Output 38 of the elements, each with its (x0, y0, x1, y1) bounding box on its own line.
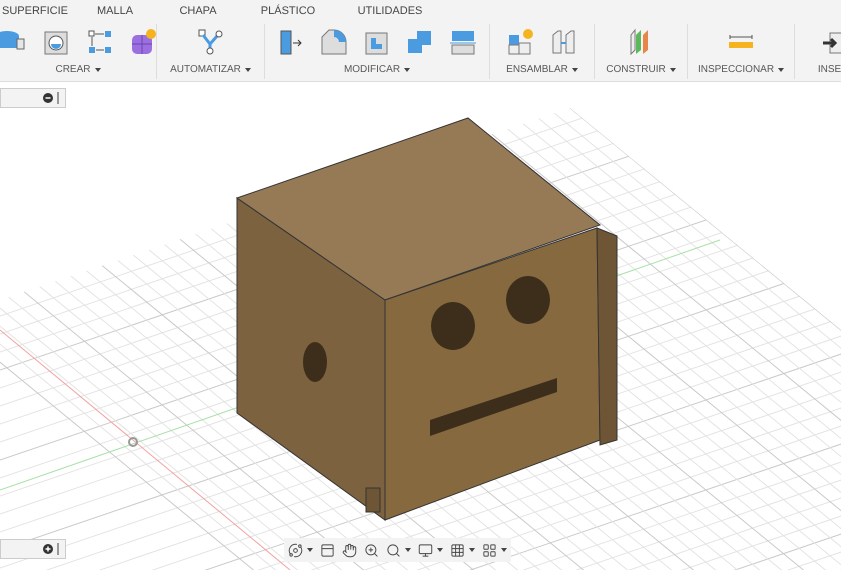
browser-panel[interactable] (0, 539, 66, 559)
toolbar-tab[interactable]: PLÁSTICO (236, 2, 340, 20)
pan-icon[interactable] (342, 542, 357, 558)
caret-icon (469, 548, 475, 552)
caret-icon (404, 68, 410, 72)
toolbar-tab[interactable]: MALLA (70, 2, 160, 20)
display-icon[interactable] (418, 542, 433, 558)
caret-icon (501, 548, 507, 552)
new-component-icon[interactable] (506, 27, 536, 57)
grid-icon[interactable] (450, 542, 465, 558)
orbit-icon[interactable] (288, 542, 303, 558)
caret-icon (572, 68, 578, 72)
viewports-icon[interactable] (482, 542, 497, 558)
caret-icon (670, 68, 676, 72)
fillet-icon[interactable] (319, 27, 349, 57)
look-at-icon[interactable] (320, 542, 335, 558)
group-menu[interactable]: MODIFICAR (344, 62, 410, 77)
toolbar-tab[interactable]: UTILIDADES (340, 2, 440, 20)
caret-icon (405, 548, 411, 552)
group-menu[interactable]: AUTOMATIZAR (170, 62, 251, 77)
group-menu[interactable]: INSE (818, 62, 841, 77)
minus-icon[interactable] (43, 93, 53, 103)
group-menu[interactable]: CREAR (55, 62, 100, 77)
caret-icon (94, 68, 100, 72)
toolbar-tab[interactable]: CHAPA (160, 2, 236, 20)
zoom-icon[interactable] (364, 542, 379, 558)
caret-icon (778, 68, 784, 72)
group-menu[interactable]: CONSTRUIR (606, 62, 676, 77)
caret-icon (244, 68, 251, 72)
browser-panel[interactable] (0, 88, 66, 108)
group-menu[interactable]: INSPECCIONAR (698, 62, 784, 77)
plus-icon[interactable] (43, 544, 53, 554)
caret-icon (307, 548, 313, 552)
caret-icon (437, 548, 443, 552)
script-node-icon[interactable] (196, 27, 226, 57)
group-menu[interactable]: ENSAMBLAR (506, 62, 578, 77)
toolbar-tab[interactable]: SUPERFICIE (0, 2, 70, 20)
fit-icon[interactable] (386, 542, 401, 558)
